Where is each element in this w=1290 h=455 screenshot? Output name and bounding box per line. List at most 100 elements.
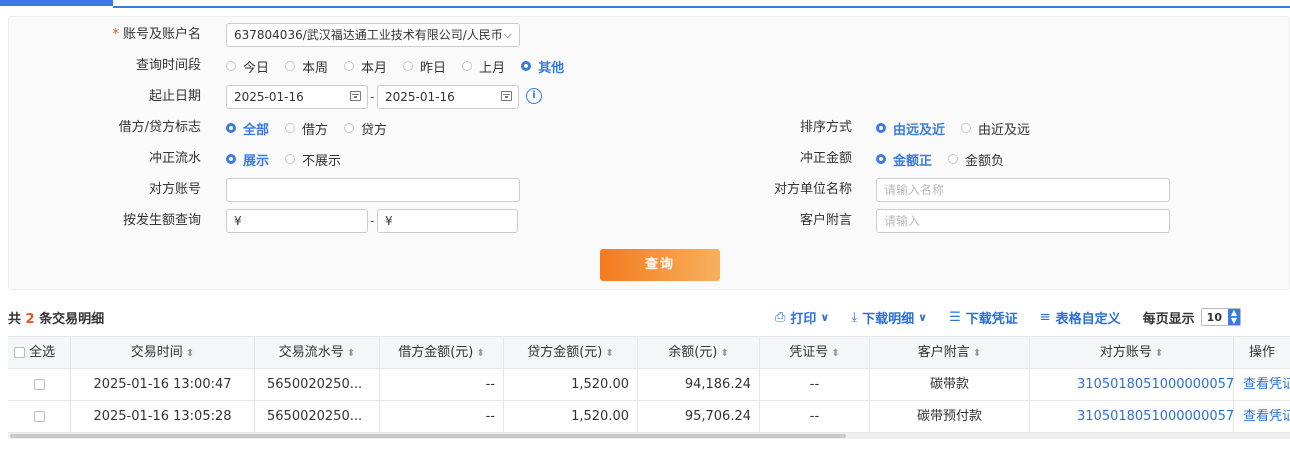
cell-serial: 5650020250...	[255, 401, 380, 432]
debit-credit-option-all[interactable]: 全部	[226, 119, 269, 138]
cell-voucher: --	[760, 369, 870, 400]
amount-min-input[interactable]: ¥	[226, 209, 368, 233]
header-serial[interactable]: 交易流水号 ⬍	[255, 337, 380, 368]
table-row: 2025-01-16 13:05:28 5650020250... -- 1,5…	[8, 401, 1290, 433]
print-button[interactable]: ⎙ 打印 ∨	[775, 308, 829, 327]
top-tab-bar	[0, 0, 1290, 8]
period-label: 查询时间段	[135, 58, 201, 73]
reversal-amount-option-positive[interactable]: 金额正	[876, 150, 932, 169]
header-time[interactable]: 交易时间 ⬍	[71, 337, 255, 368]
period-option-yesterday[interactable]: 昨日	[403, 57, 446, 76]
horizontal-scrollbar[interactable]	[8, 433, 1290, 439]
remark-input[interactable]: 请输入	[876, 209, 1170, 233]
amount-max-input[interactable]: ¥	[377, 209, 518, 233]
tab-underline	[113, 6, 1290, 8]
radio-icon	[403, 61, 414, 71]
period-option-today[interactable]: 今日	[226, 57, 269, 76]
checkbox[interactable]	[14, 347, 25, 358]
transaction-table: 全选 交易时间 ⬍ 交易流水号 ⬍ 借方金额(元) ⬍ 贷方金额(元) ⬍ 余额(元) ⬍…	[8, 336, 1290, 433]
debit-credit-option-debit[interactable]: 借方	[285, 119, 328, 138]
radio-icon	[226, 61, 236, 71]
download-voucher-button[interactable]: ☰ 下载凭证	[949, 308, 1018, 327]
radio-icon	[285, 154, 296, 164]
customize-table-button[interactable]: ≡ 表格自定义	[1040, 308, 1121, 327]
period-option-month[interactable]: 本月	[344, 57, 387, 76]
checkbox[interactable]	[33, 411, 45, 422]
download-detail-button[interactable]: ⤓ 下载明细 ∨	[851, 308, 927, 327]
reversal-flow-option-show[interactable]: 展示	[226, 150, 269, 169]
sort-icon: ⬍	[476, 348, 485, 359]
sort-icon: ⬍	[972, 348, 982, 359]
view-voucher-link[interactable]: 查看凭证	[1234, 369, 1290, 400]
header-credit[interactable]: 贷方金额(元) ⬍	[504, 337, 638, 368]
sort-option-oldest-first[interactable]: 由远及近	[876, 119, 945, 138]
scrollbar-thumb[interactable]	[10, 434, 846, 438]
cell-voucher: --	[760, 401, 870, 432]
period-radio-group: 今日 本周 本月 昨日 上月 其他	[226, 56, 580, 76]
account-select[interactable]: 637804036/武汉福达通工业技术有限公司/人民币 ⌵	[226, 23, 520, 47]
radio-selected-icon	[521, 61, 532, 71]
debit-credit-label: 借方/贷方标志	[118, 120, 201, 135]
select-all-header[interactable]: 全选	[8, 337, 71, 368]
header-remark[interactable]: 客户附言 ⬍	[870, 337, 1030, 368]
counter-name-label: 对方单位名称	[773, 182, 852, 197]
sort-icon: ⬍	[831, 348, 840, 359]
header-debit[interactable]: 借方金额(元) ⬍	[380, 337, 504, 368]
debit-credit-radio-group: 全部 借方 贷方	[226, 118, 403, 138]
printer-icon: ⎙	[775, 309, 786, 325]
radio-icon	[285, 123, 296, 133]
required-asterisk: *	[112, 27, 119, 42]
info-icon[interactable]: i	[526, 88, 542, 104]
radio-icon	[344, 61, 355, 71]
sort-radio-group: 由远及近 由近及远	[876, 118, 1046, 138]
chevron-down-icon: ∨	[820, 310, 830, 324]
cell-remark: 碳带预付款	[870, 401, 1030, 432]
radio-selected-icon	[876, 123, 886, 133]
row-select-cell[interactable]	[8, 369, 71, 400]
header-counter-account[interactable]: 对方账号 ⬍	[1030, 337, 1234, 368]
period-option-other[interactable]: 其他	[521, 57, 564, 76]
radio-selected-icon	[226, 154, 236, 164]
cell-balance: 95,706.24	[638, 401, 760, 432]
sort-option-newest-first[interactable]: 由近及远	[961, 119, 1030, 138]
remark-label: 客户附言	[799, 213, 852, 228]
query-button[interactable]: 查询	[600, 249, 720, 281]
checkbox[interactable]	[33, 379, 45, 390]
header-balance[interactable]: 余额(元) ⬍	[638, 337, 760, 368]
reversal-flow-radio-group: 展示 不展示	[226, 149, 357, 169]
page-size-label: 每页显示	[1142, 311, 1195, 327]
cell-balance: 94,186.24	[638, 369, 760, 400]
counter-name-input[interactable]: 请输入名称	[876, 178, 1170, 202]
chevron-down-icon: ∨	[918, 310, 928, 324]
reversal-flow-option-hide[interactable]: 不展示	[285, 150, 341, 169]
page-size-select[interactable]: 10 ▲ ▼	[1200, 308, 1241, 326]
counter-account-label: 对方账号	[148, 182, 201, 197]
cell-debit: --	[380, 401, 504, 432]
radio-icon	[285, 61, 296, 71]
period-option-last-month[interactable]: 上月	[462, 57, 505, 76]
period-option-week[interactable]: 本周	[285, 57, 328, 76]
cell-time: 2025-01-16 13:00:47	[71, 369, 255, 400]
radio-icon	[961, 123, 972, 133]
counter-account-input[interactable]	[226, 178, 520, 202]
sort-icon: ⬍	[185, 348, 195, 359]
radio-selected-icon	[876, 154, 886, 164]
reversal-amount-option-negative[interactable]: 金额负	[948, 150, 1004, 169]
cell-remark: 碳带款	[870, 369, 1030, 400]
row-select-cell[interactable]	[8, 401, 71, 432]
end-date-input[interactable]: 2025-01-16	[377, 85, 519, 109]
debit-credit-option-credit[interactable]: 贷方	[344, 119, 387, 138]
view-voucher-link[interactable]: 查看凭证	[1234, 401, 1290, 432]
result-count: 2	[25, 312, 35, 327]
start-date-input[interactable]: 2025-01-16	[226, 85, 368, 109]
cell-counter-account[interactable]: 310501805100000005728	[1030, 401, 1234, 432]
sort-icon: ⬍	[720, 348, 729, 359]
cell-counter-account[interactable]: 310501805100000005728	[1030, 369, 1234, 400]
header-voucher[interactable]: 凭证号 ⬍	[760, 337, 870, 368]
table-toolbar: ⎙ 打印 ∨ ⤓ 下载明细 ∨ ☰ 下载凭证 ≡ 表格自定义 每页显示 10 ▲ ▼	[775, 307, 1241, 327]
sort-icon: ⬍	[605, 348, 614, 359]
result-summary: 共 2 条交易明细	[8, 312, 105, 327]
active-tab-indicator[interactable]	[0, 0, 113, 6]
radio-icon	[948, 154, 959, 164]
radio-selected-icon	[226, 123, 236, 133]
